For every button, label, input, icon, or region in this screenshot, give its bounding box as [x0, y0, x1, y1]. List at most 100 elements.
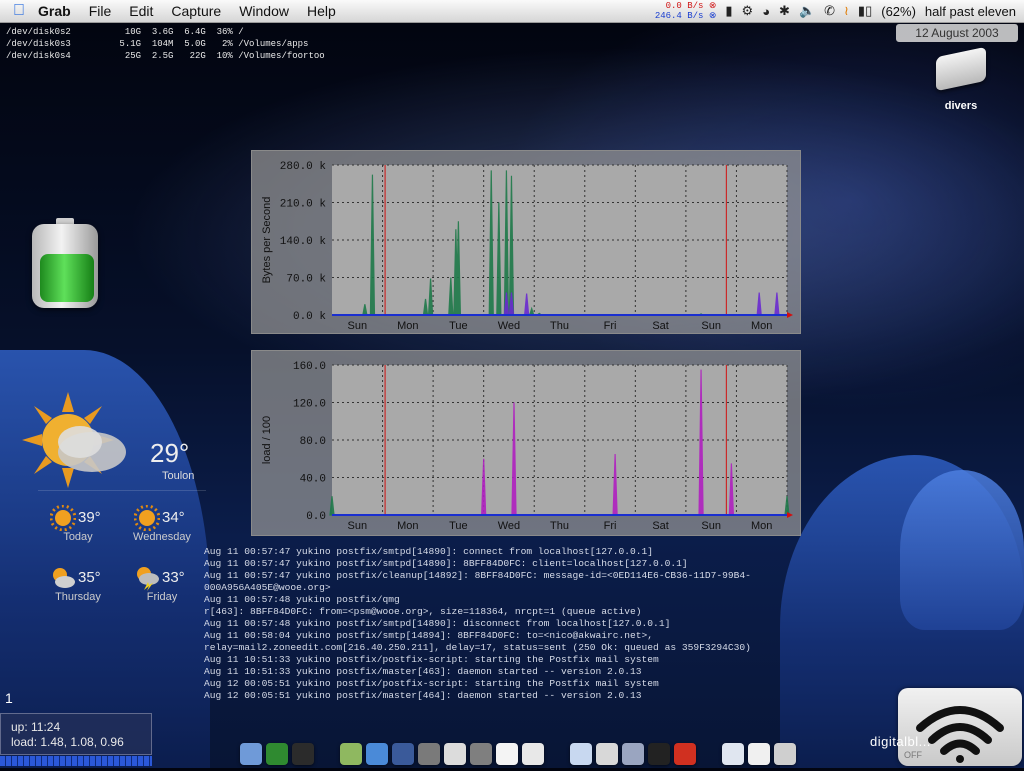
current-temperature: 29° — [150, 438, 190, 468]
terminal-icon[interactable] — [292, 743, 314, 765]
weather-widget: 29° Toulon 39° Today 34° Wednesday 35° T… — [20, 390, 206, 610]
log-line: Aug 11 00:57:48 yukino postfix/qmg — [204, 594, 400, 605]
bluetooth-icon[interactable]: ✱ — [779, 3, 790, 19]
disc-icon[interactable] — [470, 743, 492, 765]
menu-help[interactable]: Help — [307, 3, 336, 19]
x-tick-label: Mon — [751, 520, 772, 532]
menu-capture[interactable]: Capture — [171, 3, 221, 19]
grab-icon[interactable] — [596, 743, 618, 765]
x-tick-label: Sun — [701, 320, 721, 332]
forecast-grid: 39° Today 34° Wednesday 35° Thursday 33°… — [38, 490, 206, 609]
df-line: /dev/disk0s2 10G 3.6G 6.4G 36% / — [6, 27, 244, 37]
drive-icon[interactable] — [930, 42, 992, 92]
load-graph: 0.0 40.0 80.0 120.0 160.0 Sun Mon Tue Wed Thu Fri S… — [261, 361, 793, 532]
forecast-day-label: Today — [63, 531, 93, 543]
forecast-day: 34° Wednesday — [122, 491, 202, 547]
x-tick-label: Sat — [652, 320, 669, 332]
df-line: /dev/disk0s4 25G 2.5G 22G 10% /Volumes/f… — [6, 51, 325, 61]
activity-monitor-icon[interactable] — [266, 743, 288, 765]
x-tick-label: Thu — [550, 320, 569, 332]
wifi-status: OFF — [904, 750, 922, 760]
menu-extras: 0.0 B/s ⊗ 246.4 B/s ⊗ ▮ ⚙ ◕ ✱ 🔈 ✆ ≀ ▮▯ (… — [655, 0, 1016, 22]
log-line: relay=mail2.zoneedit.com[216.40.250.211]… — [204, 642, 751, 653]
dock — [240, 739, 796, 765]
menubar-clock[interactable]: half past eleven — [925, 4, 1016, 19]
app-menu[interactable]: Grab — [38, 3, 71, 19]
partly-cloudy-icon — [53, 568, 75, 588]
airport-icon[interactable]: ≀ — [844, 3, 849, 19]
gauge-icon[interactable]: ◕ — [762, 4, 770, 19]
net-out-value: 0.0 B/s — [665, 1, 704, 11]
x-tick-label: Sun — [347, 320, 367, 332]
log-line: Aug 12 00:05:51 yukino postfix/postfix-s… — [204, 678, 659, 689]
apple-menu-icon[interactable]:  — [0, 2, 38, 20]
forecast-temp: 35° — [78, 569, 101, 586]
y-tick-label: 80.0 — [300, 436, 326, 448]
log-line: Aug 11 00:57:47 yukino postfix/smtpd[148… — [204, 558, 688, 569]
workspace-number: 1 — [5, 690, 13, 706]
ipod-icon[interactable]: ▮ — [725, 3, 732, 19]
x11-icon[interactable] — [496, 743, 518, 765]
cpu-meter — [0, 756, 152, 766]
network-graph-panel: 0.0 k 70.0 k 140.0 k 210.0 k 280.0 k Sun Mon Tu… — [251, 150, 801, 334]
y-axis-label: load / 100 — [261, 416, 273, 464]
weather-city: Toulon — [162, 470, 195, 482]
date-widget: 12 August 2003 — [896, 24, 1018, 42]
y-tick-label: 160.0 — [293, 361, 326, 373]
menu-file[interactable]: File — [89, 3, 112, 19]
gear-icon[interactable]: ⚙ — [742, 3, 754, 19]
menu-edit[interactable]: Edit — [129, 3, 153, 19]
x-tick-label: Mon — [751, 320, 772, 332]
forecast-day-label: Thursday — [55, 591, 101, 603]
phone-icon[interactable]: ✆ — [824, 3, 835, 19]
log-line: Aug 11 00:58:04 yukino postfix/smtp[1489… — [204, 630, 654, 641]
menu-bar:  Grab File Edit Capture Window Help 0.0… — [0, 0, 1024, 23]
volume-icon[interactable]: 🔈 — [799, 3, 815, 19]
log-line: Aug 11 00:57:47 yukino postfix/cleanup[1… — [204, 570, 751, 581]
finder-icon[interactable] — [240, 743, 262, 765]
system-log-output: Aug 11 00:57:47 yukino postfix/smtpd[148… — [204, 546, 751, 702]
log-line: Aug 11 10:51:33 yukino postfix/master[46… — [204, 666, 642, 677]
y-tick-label: 210.0 k — [280, 199, 327, 211]
battery-percent: (62%) — [881, 3, 916, 19]
system-prefs-icon[interactable] — [418, 743, 440, 765]
battery-icon[interactable]: ▮▯ — [858, 3, 872, 19]
battery-widget — [30, 218, 100, 310]
log-line: r[463]: 8BFF84D0FC: from=<psm@wooe.org>,… — [204, 606, 642, 617]
axis-arrow — [787, 312, 793, 318]
ichat-icon[interactable] — [444, 743, 466, 765]
trash-icon[interactable] — [774, 743, 796, 765]
log-line: Aug 12 00:05:51 yukino postfix/master[46… — [204, 690, 642, 701]
window-icon[interactable] — [722, 743, 744, 765]
forecast-day-label: Wednesday — [133, 531, 191, 543]
log-line: Aug 11 00:57:48 yukino postfix/smtpd[148… — [204, 618, 671, 629]
record-icon[interactable] — [648, 743, 670, 765]
y-tick-label: 40.0 — [300, 474, 326, 486]
x-tick-label: Sun — [347, 520, 367, 532]
battery-level-fill — [40, 254, 94, 302]
dvd-icon[interactable] — [622, 743, 644, 765]
network-speed-meter[interactable]: 0.0 B/s ⊗ 246.4 B/s ⊗ — [655, 1, 717, 21]
x-tick-label: Wed — [498, 520, 520, 532]
y-tick-label: 280.0 k — [280, 161, 327, 173]
y-axis-label: Bytes per Second — [261, 197, 273, 284]
forecast-day: 35° Thursday — [38, 551, 118, 607]
minimized-window-icon[interactable] — [748, 743, 770, 765]
drive-label[interactable]: divers — [930, 100, 992, 112]
textedit-icon[interactable] — [522, 743, 544, 765]
y-tick-label: 140.0 k — [280, 236, 327, 248]
forecast-temp: 39° — [78, 509, 101, 526]
bug-icon[interactable] — [674, 743, 696, 765]
clock-icon[interactable] — [570, 743, 592, 765]
sherlock-icon[interactable] — [392, 743, 414, 765]
x-tick-label: Tue — [449, 320, 468, 332]
axis-arrow — [787, 512, 793, 518]
airport-widget[interactable]: OFF — [898, 688, 1022, 766]
uptime-widget: up: 11:24 load: 1.48, 1.08, 0.96 — [0, 713, 152, 755]
ice-background — [900, 470, 1024, 630]
uptime-value: up: 11:24 — [11, 720, 61, 734]
menu-window[interactable]: Window — [239, 3, 289, 19]
mail-icon[interactable] — [340, 743, 362, 765]
safari-icon[interactable] — [366, 743, 388, 765]
x-tick-label: Wed — [498, 320, 520, 332]
